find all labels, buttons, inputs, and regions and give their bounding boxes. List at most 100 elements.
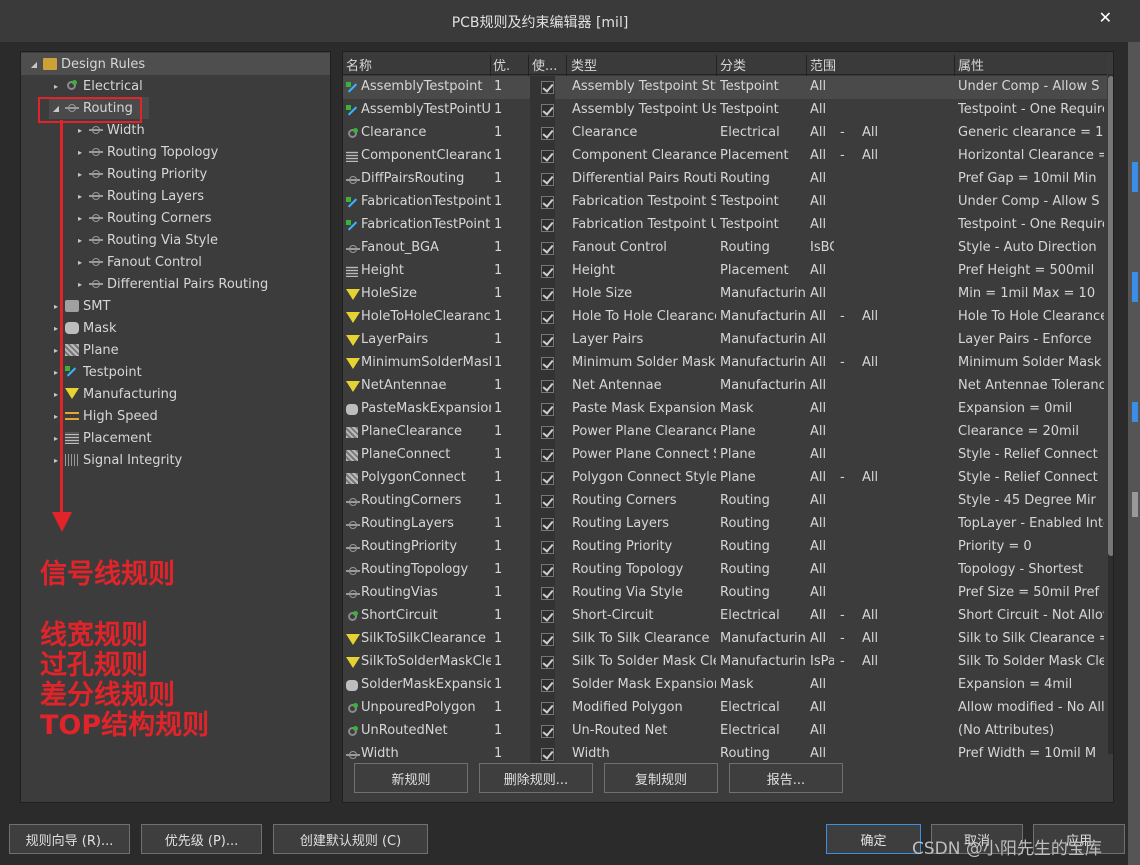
enabled-checkbox[interactable] — [541, 748, 554, 761]
tree-root[interactable]: ◢ Design Rules — [21, 53, 330, 75]
table-row[interactable]: HoleToHoleClearance 1 Hole To Hole Clearan… — [343, 306, 1107, 329]
table-row[interactable]: Fanout_BGA 1 Fanout Control Routing IsBGA Sty… — [343, 237, 1107, 260]
table-row[interactable]: LayerPairs 1 Layer Pairs Manufacturing All La… — [343, 329, 1107, 352]
table-row[interactable]: SilkToSilkClearance 1 Silk To Silk Clearan… — [343, 628, 1107, 651]
tree-item[interactable]: ▸ Routing Via Style — [73, 229, 218, 251]
table-row[interactable]: DiffPairsRouting 1 Differential Pairs Rout… — [343, 168, 1107, 191]
expand-arrow-icon[interactable]: ▸ — [73, 170, 87, 179]
col-header-enabled[interactable]: 使... — [532, 55, 557, 74]
enabled-checkbox[interactable] — [541, 610, 554, 623]
enabled-checkbox[interactable] — [541, 702, 554, 715]
enabled-checkbox[interactable] — [541, 449, 554, 462]
tree-item[interactable]: ◢ Routing — [49, 97, 149, 119]
enabled-checkbox[interactable] — [541, 127, 554, 140]
tree-item[interactable]: ▸ SMT — [49, 295, 110, 317]
collapse-arrow-icon[interactable]: ◢ — [49, 104, 63, 113]
enabled-checkbox[interactable] — [541, 564, 554, 577]
tree-item[interactable]: ▸ Routing Priority — [73, 163, 207, 185]
table-row[interactable]: ShortCircuit 1 Short-Circuit Electrical All -… — [343, 605, 1107, 628]
enabled-checkbox[interactable] — [541, 472, 554, 485]
tree-item[interactable]: ▸ Electrical — [49, 75, 143, 97]
col-header-category[interactable]: 分类 — [720, 55, 746, 74]
table-row[interactable]: RoutingLayers 1 Routing Layers Routing All To… — [343, 513, 1107, 536]
enabled-checkbox[interactable] — [541, 311, 554, 324]
enabled-checkbox[interactable] — [541, 265, 554, 278]
expand-arrow-icon[interactable]: ▸ — [73, 280, 87, 289]
enabled-checkbox[interactable] — [541, 495, 554, 508]
table-row[interactable]: UnRoutedNet 1 Un-Routed Net Electrical All (N… — [343, 720, 1107, 743]
table-row[interactable]: AssemblyTestPointUs 1 Assembly Testpoint U… — [343, 99, 1107, 122]
enabled-checkbox[interactable] — [541, 541, 554, 554]
expand-arrow-icon[interactable]: ▸ — [73, 214, 87, 223]
col-header-name[interactable]: 名称 — [346, 55, 372, 74]
create-default-rules-button[interactable]: 创建默认规则 (C) — [273, 824, 428, 854]
enabled-checkbox[interactable] — [541, 403, 554, 416]
table-row[interactable]: RoutingPriority 1 Routing Priority Routing A… — [343, 536, 1107, 559]
tree-item[interactable]: ▸ Routing Corners — [73, 207, 212, 229]
table-row[interactable]: RoutingVias 1 Routing Via Style Routing All P… — [343, 582, 1107, 605]
col-header-scope[interactable]: 范围 — [810, 55, 836, 74]
table-row[interactable]: PlaneClearance 1 Power Plane Clearance Plan… — [343, 421, 1107, 444]
table-scrollbar[interactable] — [1108, 74, 1113, 754]
enabled-checkbox[interactable] — [541, 725, 554, 738]
table-row[interactable]: UnpouredPolygon 1 Modified Polygon Electric… — [343, 697, 1107, 720]
table-row[interactable]: RoutingTopology 1 Routing Topology Routing A… — [343, 559, 1107, 582]
tree-item[interactable]: ▸ Differential Pairs Routing — [73, 273, 268, 295]
table-row[interactable]: Height 1 Height Placement All Pref Height = 5… — [343, 260, 1107, 283]
table-row[interactable]: PasteMaskExpansion 1 Paste Mask Expansion M… — [343, 398, 1107, 421]
enabled-checkbox[interactable] — [541, 357, 554, 370]
tree-item[interactable]: ▸ Manufacturing — [49, 383, 177, 405]
col-header-attributes[interactable]: 属性 — [958, 55, 984, 74]
table-row[interactable]: RoutingCorners 1 Routing Corners Routing All… — [343, 490, 1107, 513]
expand-arrow-icon[interactable]: ▸ — [73, 192, 87, 201]
close-icon[interactable]: ✕ — [1099, 8, 1112, 27]
table-row[interactable]: AssemblyTestpoint 1 Assembly Testpoint Sty… — [343, 76, 1107, 99]
enabled-checkbox[interactable] — [541, 426, 554, 439]
enabled-checkbox[interactable] — [541, 150, 554, 163]
table-row[interactable]: PolygonConnect 1 Polygon Connect Style Plan… — [343, 467, 1107, 490]
table-row[interactable]: MinimumSolderMask 1 Minimum Solder Mask ! M… — [343, 352, 1107, 375]
enabled-checkbox[interactable] — [541, 656, 554, 669]
table-row[interactable]: NetAntennae 1 Net Antennae Manufacturing All… — [343, 375, 1107, 398]
new-rule-button[interactable]: 新规则 — [354, 763, 468, 793]
table-row[interactable]: FabricationTestpoint 1 Fabrication Testpoi… — [343, 191, 1107, 214]
report-button[interactable]: 报告... — [729, 763, 843, 793]
ok-button[interactable]: 确定 — [826, 824, 921, 854]
enabled-checkbox[interactable] — [541, 518, 554, 531]
enabled-checkbox[interactable] — [541, 679, 554, 692]
table-row[interactable]: SolderMaskExpansion 1 Solder Mask Expansio… — [343, 674, 1107, 697]
expand-arrow-icon[interactable]: ▸ — [73, 258, 87, 267]
scrollbar-thumb[interactable] — [1108, 76, 1113, 556]
expand-arrow-icon[interactable]: ▸ — [73, 148, 87, 157]
tree-item[interactable]: ▸ Signal Integrity — [49, 449, 182, 471]
tree-item[interactable]: ▸ Routing Topology — [73, 141, 218, 163]
enabled-checkbox[interactable] — [541, 242, 554, 255]
table-row[interactable]: Clearance 1 Clearance Electrical All - All Gene… — [343, 122, 1107, 145]
table-row[interactable]: FabricationTestPointU 1 Fabrication Testpo… — [343, 214, 1107, 237]
duplicate-rule-button[interactable]: 复制规则 — [604, 763, 718, 793]
enabled-checkbox[interactable] — [541, 380, 554, 393]
enabled-checkbox[interactable] — [541, 219, 554, 232]
tree-item[interactable]: ▸ High Speed — [49, 405, 158, 427]
rule-wizard-button[interactable]: 规则向导 (R)... — [9, 824, 130, 854]
enabled-checkbox[interactable] — [541, 81, 554, 94]
tree-item[interactable]: ▸ Fanout Control — [73, 251, 202, 273]
expand-arrow-icon[interactable]: ◢ — [27, 60, 41, 69]
col-header-type[interactable]: 类型 — [571, 55, 597, 74]
col-header-priority[interactable]: 优. — [493, 55, 510, 74]
tree-item[interactable]: ▸ Placement — [49, 427, 152, 449]
table-row[interactable]: PlaneConnect 1 Power Plane Connect St Plane… — [343, 444, 1107, 467]
expand-arrow-icon[interactable]: ▸ — [73, 236, 87, 245]
enabled-checkbox[interactable] — [541, 173, 554, 186]
table-row[interactable]: ComponentClearance 1 Component Clearance Pl… — [343, 145, 1107, 168]
enabled-checkbox[interactable] — [541, 633, 554, 646]
expand-arrow-icon[interactable]: ▸ — [49, 82, 63, 91]
expand-arrow-icon[interactable]: ▸ — [73, 126, 87, 135]
table-row[interactable]: SilkToSolderMaskClea 1 Silk To Solder Mask… — [343, 651, 1107, 674]
enabled-checkbox[interactable] — [541, 196, 554, 209]
enabled-checkbox[interactable] — [541, 288, 554, 301]
tree-item[interactable]: ▸ Routing Layers — [73, 185, 204, 207]
priorities-button[interactable]: 优先级 (P)... — [141, 824, 262, 854]
delete-rule-button[interactable]: 删除规则... — [479, 763, 593, 793]
enabled-checkbox[interactable] — [541, 587, 554, 600]
